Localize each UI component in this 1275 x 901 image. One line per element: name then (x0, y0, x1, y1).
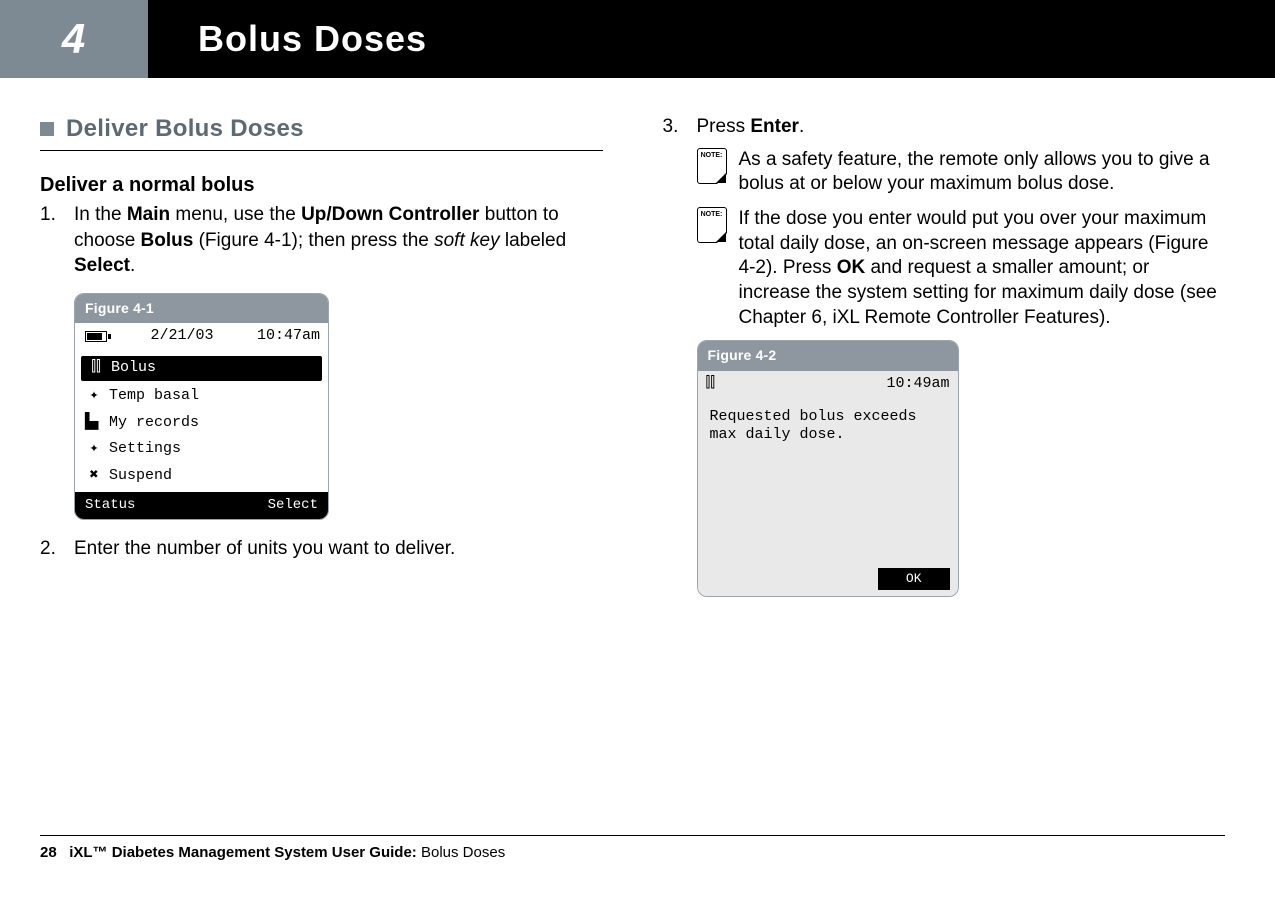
device-time: 10:47am (257, 327, 320, 346)
device-status-bar: 2/21/03 10:47am (75, 323, 328, 350)
note-2: NOTE: If the dose you enter would put yo… (697, 207, 1226, 330)
note-icon: NOTE: (697, 148, 727, 184)
page-number: 28 (40, 844, 57, 861)
figure-4-1: Figure 4-1 2/21/03 10:47am ⫿⫿ Bolus ✦ Temp … (74, 293, 329, 521)
note-icon: NOTE: (697, 207, 727, 243)
section-bullet-icon (40, 122, 54, 136)
menu-item[interactable]: ✦ Temp basal (75, 383, 328, 410)
battery-icon (85, 331, 107, 342)
device-status-bar: ⫿⫿ 10:49am (698, 371, 958, 398)
temp-basal-icon: ✦ (85, 387, 103, 406)
softkey-right[interactable]: Select (268, 497, 318, 515)
page-footer: 28 iXL™ Diabetes Management System User … (40, 835, 1225, 861)
suspend-icon: ✖ (85, 467, 103, 486)
figure-label: Figure 4-1 (75, 294, 328, 324)
step-body: Press Enter. (697, 114, 1226, 140)
device-time: 10:49am (886, 375, 949, 394)
device-menu: ⫿⫿ Bolus ✦ Temp basal ▙▖ My records ✦ Settings ✖… (75, 350, 328, 492)
menu-item-label: Bolus (111, 359, 156, 378)
step-3: 3. Press Enter. (663, 114, 1226, 140)
menu-item-label: Temp basal (109, 387, 199, 406)
figure-label: Figure 4-2 (698, 341, 958, 371)
step-1: 1. In the Main menu, use the Up/Down Con… (40, 202, 603, 279)
menu-item-label: Suspend (109, 467, 172, 486)
bolus-icon: ⫿⫿ (706, 375, 716, 394)
step-2: 2. Enter the number of units you want to… (40, 536, 603, 562)
menu-item-label: Settings (109, 440, 181, 459)
device-softkey-bar: Status Select (75, 492, 328, 520)
page-header: 4 Bolus Doses (0, 0, 1275, 78)
menu-item-label: My records (109, 414, 199, 433)
my-records-icon: ▙▖ (85, 414, 103, 433)
step-number: 2. (40, 536, 60, 562)
left-column: Deliver Bolus Doses Deliver a normal bol… (40, 114, 603, 597)
device-message: Requested bolus exceeds max daily dose. (698, 398, 958, 563)
device-date: 2/21/03 (150, 327, 213, 346)
step-number: 3. (663, 114, 683, 140)
device-softkey-bar: OK (698, 563, 958, 596)
chapter-number: 4 (0, 0, 148, 78)
content-area: Deliver Bolus Doses Deliver a normal bol… (0, 78, 1275, 617)
chapter-title: Bolus Doses (148, 0, 1275, 78)
section-title: Deliver Bolus Doses (66, 114, 304, 144)
menu-item[interactable]: ✖ Suspend (75, 463, 328, 490)
menu-item[interactable]: ✦ Settings (75, 436, 328, 463)
section-rule (40, 150, 603, 151)
step-body: Enter the number of units you want to de… (74, 536, 603, 562)
settings-icon: ✦ (85, 440, 103, 459)
note-text: As a safety feature, the remote only all… (739, 148, 1226, 197)
footer-guide-title: iXL™ Diabetes Management System User Gui… (69, 844, 421, 861)
menu-item[interactable]: ⫿⫿ Bolus (81, 356, 322, 381)
figure-4-2: Figure 4-2 ⫿⫿ 10:49am Requested bolus ex… (697, 340, 959, 597)
bolus-icon: ⫿⫿ (87, 359, 105, 378)
softkey-ok[interactable]: OK (878, 568, 950, 590)
step-number: 1. (40, 202, 60, 279)
step-body: In the Main menu, use the Up/Down Contro… (74, 202, 603, 279)
menu-item[interactable]: ▙▖ My records (75, 410, 328, 437)
softkey-left[interactable]: Status (85, 497, 135, 515)
footer-section: Bolus Doses (421, 844, 505, 861)
note-1: NOTE: As a safety feature, the remote on… (697, 148, 1226, 197)
subsection-heading: Deliver a normal bolus (40, 173, 603, 198)
section-heading: Deliver Bolus Doses (40, 114, 603, 144)
right-column: 3. Press Enter. NOTE: As a safety featur… (663, 114, 1226, 597)
note-text: If the dose you enter would put you over… (739, 207, 1226, 330)
